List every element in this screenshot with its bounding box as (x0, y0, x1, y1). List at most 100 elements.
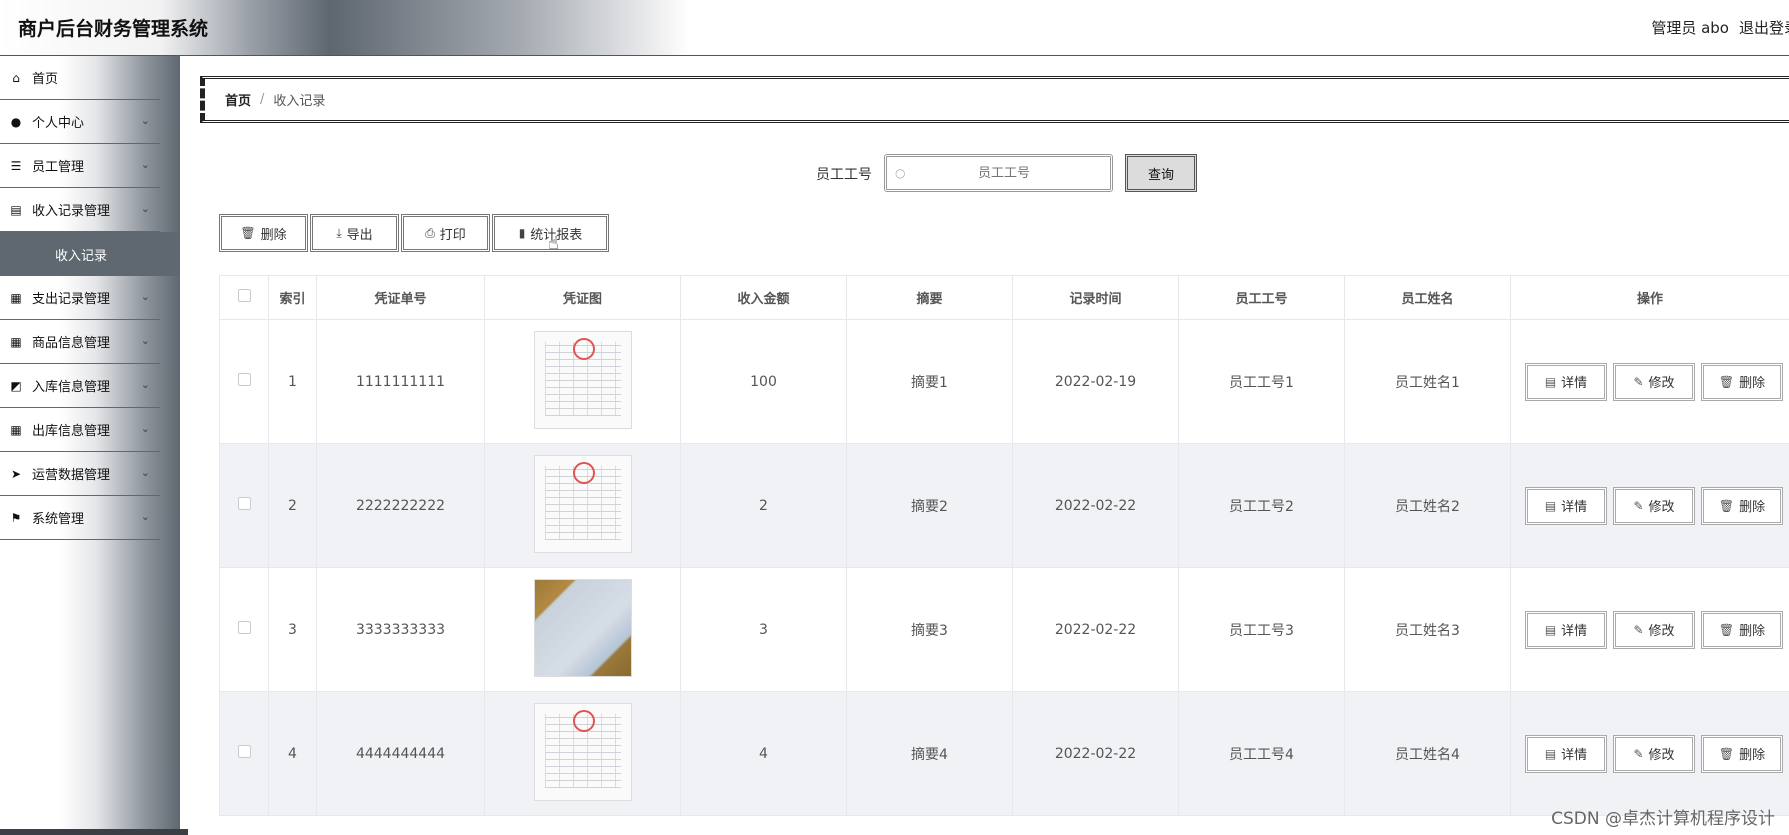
detail-label: 详情 (1561, 500, 1588, 515)
hand-cursor-icon: ☝ (548, 233, 559, 254)
sidebar-item-stock-in[interactable]: ◩ 入库信息管理 ⌄ (0, 364, 160, 408)
sidebar-item-operations[interactable]: ➤ 运营数据管理 ⌄ (0, 452, 160, 496)
search-input[interactable] (909, 158, 1099, 188)
sidebar-item-label: 支出记录管理 (32, 292, 111, 307)
cell-voucher-no: 2222222222 (316, 443, 485, 568)
voucher-image[interactable] (533, 578, 632, 677)
breadcrumb-home[interactable]: 首页 (225, 90, 251, 109)
cell-voucher-no: 3333333333 (316, 567, 485, 692)
chevron-down-icon: ⌄ (140, 158, 150, 171)
sidebar-item-system[interactable]: ⚑ 系统管理 ⌄ (0, 496, 160, 540)
cell-time: 2022-02-19 (1012, 319, 1179, 444)
edit-button[interactable]: ✎ 修改 (1613, 486, 1695, 525)
sidebar-item-label: 入库信息管理 (32, 380, 111, 395)
column-header: 凭证图 (484, 275, 681, 320)
row-checkbox[interactable] (237, 621, 251, 634)
sidebar-subitem-income-records[interactable]: 收入记录 (0, 232, 180, 276)
sidebar-item-home[interactable]: ⌂ 首页 (0, 56, 160, 100)
search-box[interactable]: ○ (884, 154, 1113, 192)
cell-amount: 4 (680, 691, 847, 816)
row-checkbox[interactable] (237, 745, 251, 758)
detail-button[interactable]: ▤ 详情 (1525, 486, 1607, 525)
current-user: 管理员 abo (1651, 19, 1729, 37)
detail-label: 详情 (1561, 624, 1588, 639)
sidebar-scrollbar[interactable] (0, 829, 188, 835)
table-row: 2 2222222222 2 摘要2 2022-02-22 员工工号2 员工姓名… (219, 443, 1789, 568)
search-label: 员工工号 (816, 167, 872, 183)
cell-summary: 摘要1 (846, 319, 1013, 444)
chevron-down-icon: ⌄ (140, 114, 150, 127)
download-icon: ⤓ (336, 225, 342, 240)
cell-amount: 3 (680, 567, 847, 692)
column-header: 记录时间 (1012, 275, 1179, 320)
detail-button[interactable]: ▤ 详情 (1525, 610, 1607, 649)
flag-icon: ⚑ (10, 510, 22, 525)
sidebar-item-expense[interactable]: ▦ 支出记录管理 ⌄ (0, 276, 160, 320)
batch-delete-label: 删除 (260, 227, 287, 243)
cell-emp-name: 员工姓名4 (1344, 691, 1511, 816)
edit-button[interactable]: ✎ 修改 (1613, 610, 1695, 649)
select-all-checkbox[interactable] (237, 289, 251, 302)
detail-label: 详情 (1561, 376, 1588, 391)
user-icon: ● (10, 114, 22, 129)
detail-button[interactable]: ▤ 详情 (1525, 362, 1607, 401)
row-checkbox[interactable] (237, 373, 251, 386)
cell-amount: 100 (680, 319, 847, 444)
breadcrumb-current: 收入记录 (273, 94, 326, 109)
delete-button[interactable]: 🗑 删除 (1701, 734, 1783, 773)
detail-label: 详情 (1561, 748, 1588, 763)
edit-button[interactable]: ✎ 修改 (1613, 362, 1695, 401)
printer-icon: ⎙ (425, 225, 435, 240)
sidebar-item-label: 出库信息管理 (32, 424, 111, 439)
trash-icon: 🗑 (1718, 498, 1735, 513)
clipboard-icon: ▤ (10, 202, 22, 217)
sidebar-item-profile[interactable]: ● 个人中心 ⌄ (0, 100, 160, 144)
detail-button[interactable]: ▤ 详情 (1525, 734, 1607, 773)
trash-icon: 🗑 (1718, 746, 1735, 761)
chevron-down-icon: ⌄ (140, 378, 150, 391)
print-button[interactable]: ⎙ 打印 (401, 214, 490, 252)
sidebar-item-label: 员工管理 (32, 160, 85, 175)
sidebar-item-stock-out[interactable]: ▦ 出库信息管理 ⌄ (0, 408, 160, 452)
export-button[interactable]: ⤓ 导出 (310, 214, 399, 252)
delete-button[interactable]: 🗑 删除 (1701, 362, 1783, 401)
chart-icon: ◩ (10, 378, 22, 393)
cell-emp-no: 员工工号4 (1178, 691, 1345, 816)
edit-button[interactable]: ✎ 修改 (1613, 734, 1695, 773)
cell-index: 2 (268, 443, 317, 568)
cell-voucher-no: 4444444444 (316, 691, 485, 816)
export-label: 导出 (346, 227, 373, 243)
column-header: 摘要 (846, 275, 1013, 320)
table-header-row: 索引 凭证单号 凭证图 收入金额 摘要 记录时间 员工工号 员工姓名 操作 (219, 275, 1789, 320)
sidebar: ⌂ 首页 ● 个人中心 ⌄ ☰ 员工管理 ⌄ ▤ 收入记录管理 ⌄ 收入记录 ▦… (0, 56, 188, 835)
logout-link[interactable]: 退出登录 (1739, 17, 1789, 38)
search-button[interactable]: 查询 (1125, 154, 1197, 192)
column-header: 员工姓名 (1344, 275, 1511, 320)
edit-label: 修改 (1648, 624, 1675, 639)
watermark: CSDN @卓杰计算机程序设计 (1551, 809, 1775, 829)
sidebar-item-label: 系统管理 (32, 512, 85, 527)
delete-button[interactable]: 🗑 删除 (1701, 486, 1783, 525)
sidebar-item-label: 首页 (32, 72, 59, 87)
sidebar-item-employees[interactable]: ☰ 员工管理 ⌄ (0, 144, 160, 188)
chevron-down-icon: ⌄ (140, 510, 150, 523)
top-header: 商户后台财务管理系统 管理员 abo 退出登录 (0, 0, 1789, 56)
breadcrumb: 首页 / 收入记录 (200, 76, 1789, 123)
select-all-cell[interactable] (219, 275, 269, 320)
cell-emp-no: 员工工号1 (1178, 319, 1345, 444)
sidebar-item-products[interactable]: ▦ 商品信息管理 ⌄ (0, 320, 160, 364)
cell-index: 1 (268, 319, 317, 444)
trash-icon: 🗑 (1718, 622, 1735, 637)
sidebar-item-label: 收入记录管理 (32, 204, 111, 219)
delete-button[interactable]: 🗑 删除 (1701, 610, 1783, 649)
document-icon: ▤ (1544, 746, 1557, 761)
batch-delete-button[interactable]: 🗑 删除 (219, 214, 308, 252)
row-checkbox[interactable] (237, 497, 251, 510)
voucher-image[interactable] (533, 702, 632, 801)
cell-summary: 摘要2 (846, 443, 1013, 568)
grid-icon: ▦ (10, 334, 22, 349)
sidebar-item-income[interactable]: ▤ 收入记录管理 ⌄ (0, 188, 160, 232)
voucher-image[interactable] (533, 330, 632, 429)
voucher-image[interactable] (533, 454, 632, 553)
column-header: 凭证单号 (316, 275, 485, 320)
